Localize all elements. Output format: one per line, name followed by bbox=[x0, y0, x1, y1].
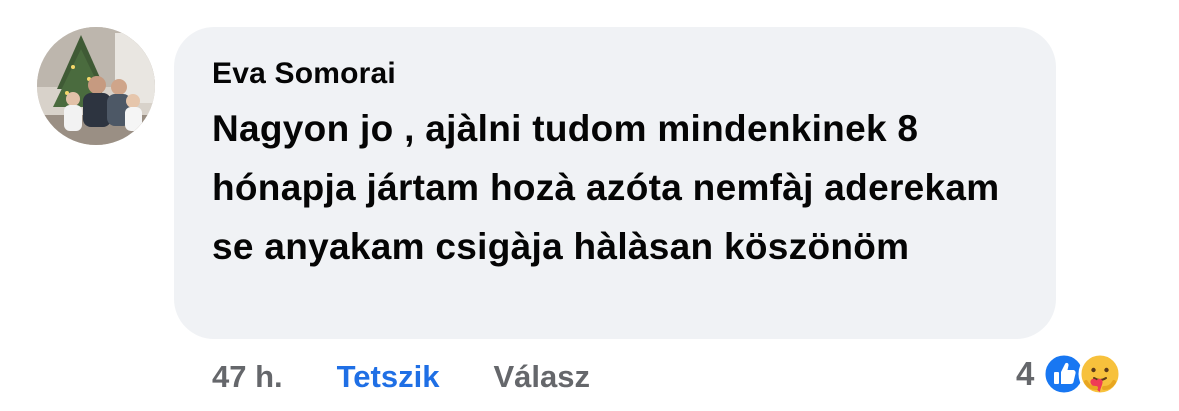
like-button[interactable]: Tetszik bbox=[337, 359, 440, 395]
comment-container: Eva Somorai Nagyon jo , ajàlni tudom min… bbox=[0, 0, 1179, 411]
reactions-summary[interactable]: 4 bbox=[1016, 350, 1122, 398]
author-name[interactable]: Eva Somorai bbox=[212, 57, 1020, 91]
comment-actions: 47 h. Tetszik Válasz bbox=[212, 357, 590, 397]
comment-text: Nagyon jo , ajàlni tudom mindenkinek 8 h… bbox=[212, 108, 1000, 267]
avatar-photo-icon bbox=[37, 27, 155, 145]
care-icon bbox=[1078, 352, 1122, 396]
timestamp[interactable]: 47 h. bbox=[212, 359, 283, 395]
avatar[interactable] bbox=[37, 27, 155, 145]
reaction-count: 4 bbox=[1016, 355, 1035, 392]
reply-button[interactable]: Válasz bbox=[493, 359, 590, 395]
comment-bubble: Eva Somorai Nagyon jo , ajàlni tudom min… bbox=[174, 27, 1056, 339]
